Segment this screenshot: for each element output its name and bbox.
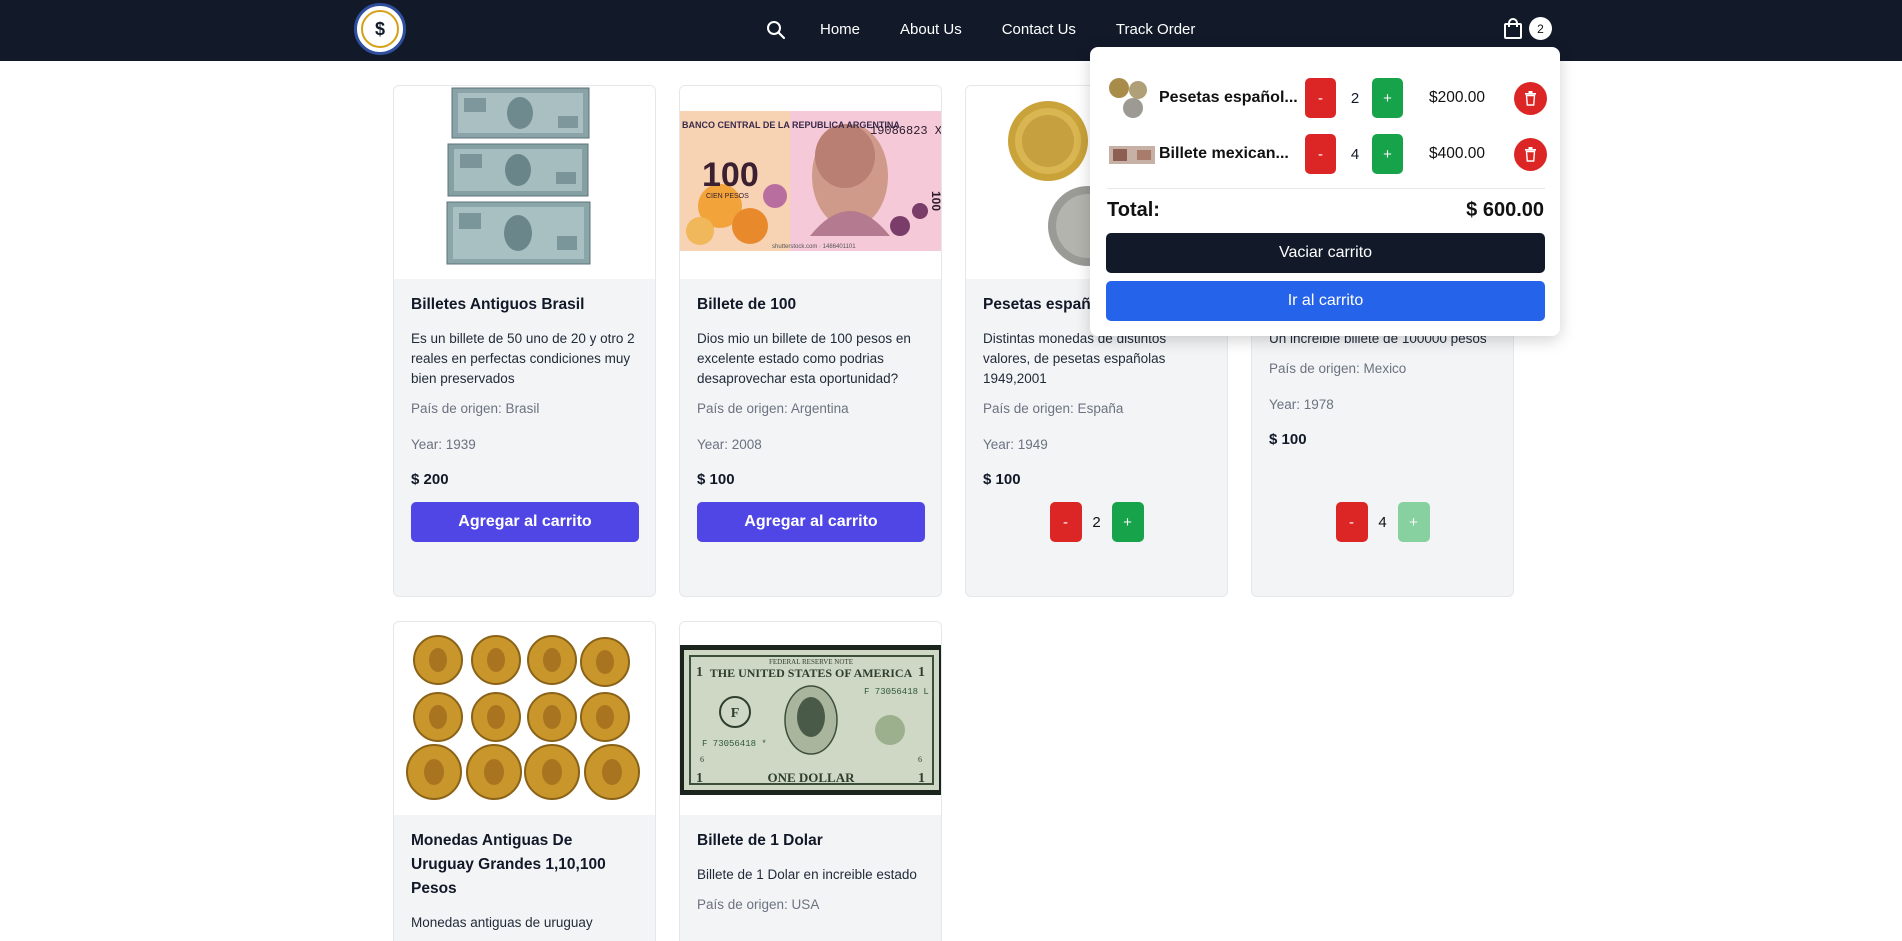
banknote-top-caption: FEDERAL RESERVE NOTE xyxy=(769,658,853,666)
banknote-subtitle: CIEN PESOS xyxy=(706,193,749,200)
shopping-bag-icon[interactable] xyxy=(1500,16,1526,42)
product-origin: País de origen: Argentina xyxy=(697,401,849,416)
product-card: BANCO CENTRAL DE LA REPUBLICA ARGENTINA … xyxy=(679,85,942,597)
product-title: Monedas Antiguas De Uruguay Grandes 1,10… xyxy=(411,832,606,897)
cart-increase-button[interactable]: + xyxy=(1372,134,1403,174)
banknote-corner-value-bl: 1 xyxy=(696,771,703,786)
banknote-plate-number-right: 6 xyxy=(918,755,922,764)
product-card: Monedas Antiguas De Uruguay Grandes 1,10… xyxy=(393,621,656,941)
banknote-serial-lower: F 73056418 * xyxy=(702,739,767,749)
trash-icon[interactable] xyxy=(1514,137,1547,171)
product-description: Distintas monedas de distintos valores, … xyxy=(983,331,1167,386)
banknote-bank-name: BANCO CENTRAL DE LA REPUBLICA ARGENTINA xyxy=(682,120,900,130)
add-to-cart-button[interactable]: Agregar al carrito xyxy=(411,502,639,542)
product-description: Es un billete de 50 uno de 20 y otro 2 r… xyxy=(411,331,635,386)
site-logo[interactable]: $ xyxy=(354,3,406,55)
quantity-value: 4 xyxy=(1378,513,1387,531)
nav-track-order-link[interactable]: Track Order xyxy=(1116,21,1195,38)
product-origin: País de origen: España xyxy=(983,401,1124,416)
quantity-value: 2 xyxy=(1092,513,1101,531)
banknote-side-value: 100 xyxy=(929,191,941,211)
cart-item-name: Billete mexican... xyxy=(1159,145,1289,162)
decrease-qty-button[interactable]: - xyxy=(1335,502,1368,542)
search-icon[interactable] xyxy=(762,16,790,44)
product-description: Dios mio un billete de 100 pesos en exce… xyxy=(697,331,911,386)
product-year: Year: 2008 xyxy=(697,437,762,452)
banknote-corner-value-br: 1 xyxy=(918,771,925,786)
increase-qty-button[interactable]: + xyxy=(1397,502,1430,542)
quantity-stepper: - 2 + xyxy=(983,502,1210,542)
cart-item-thumbnail xyxy=(1107,132,1157,176)
top-navbar: $ Home About Us Contact Us Track Order 2 xyxy=(0,0,1902,61)
product-origin: País de origen: Mexico xyxy=(1269,361,1407,376)
cart-decrease-button[interactable]: - xyxy=(1305,134,1336,174)
banknote-country: THE UNITED STATES OF AMERICA xyxy=(710,666,913,680)
nav-about-link[interactable]: About Us xyxy=(900,21,962,38)
go-to-cart-button[interactable]: Ir al carrito xyxy=(1106,281,1545,321)
trash-icon[interactable] xyxy=(1514,81,1547,115)
product-title: Billete de 100 xyxy=(697,296,797,313)
product-price: $ 100 xyxy=(983,471,1021,488)
product-image: FEDERAL RESERVE NOTE THE UNITED STATES O… xyxy=(680,622,941,815)
product-price: $ 200 xyxy=(411,471,449,488)
nav-home-link[interactable]: Home xyxy=(820,21,860,38)
product-origin: País de origen: USA xyxy=(697,897,820,912)
product-card: Billetes Antiguos Brasil Es un billete d… xyxy=(393,85,656,597)
banknote-serial: 19086823 X xyxy=(870,124,941,138)
product-year: Year: 1978 xyxy=(1269,397,1334,412)
product-description: Billete de 1 Dolar en increible estado xyxy=(697,867,917,882)
cart-count-badge: 2 xyxy=(1529,17,1552,40)
cart-item-thumbnail xyxy=(1107,76,1157,120)
cart-item-qty: 4 xyxy=(1350,145,1360,163)
product-image xyxy=(394,86,655,279)
banknote-seal-letter: F xyxy=(731,706,740,721)
cart-increase-button[interactable]: + xyxy=(1372,78,1403,118)
increase-qty-button[interactable]: + xyxy=(1111,502,1144,542)
dollar-logo-icon: $ xyxy=(361,10,399,48)
cart-item-name: Pesetas español... xyxy=(1159,89,1298,106)
image-credit: shutterstock.com · 1486401101 xyxy=(772,244,856,250)
cart-total-value: $ 600.00 xyxy=(1466,199,1544,221)
product-image: BANCO CENTRAL DE LA REPUBLICA ARGENTINA … xyxy=(680,86,941,279)
cart-item: Pesetas español... - 2 + $200.00 xyxy=(1107,76,1547,120)
cart-item-qty: 2 xyxy=(1350,89,1360,107)
product-year: Year: 1939 xyxy=(411,437,476,452)
cart-divider xyxy=(1107,188,1545,189)
banknote-value: 100 xyxy=(702,156,759,194)
banknote-serial: F 73056418 L xyxy=(864,687,929,697)
empty-cart-button[interactable]: Vaciar carrito xyxy=(1106,233,1545,273)
cart-item: Billete mexican... - 4 + $400.00 xyxy=(1107,132,1547,176)
banknote-plate-number-left: 6 xyxy=(700,755,704,764)
add-to-cart-button[interactable]: Agregar al carrito xyxy=(697,502,925,542)
banknote-corner-value-tl: 1 xyxy=(696,665,703,680)
product-origin: País de origen: Brasil xyxy=(411,401,540,416)
cart-total-label: Total: xyxy=(1107,199,1160,221)
nav-contact-link[interactable]: Contact Us xyxy=(1002,21,1076,38)
product-price: $ 100 xyxy=(1269,431,1307,448)
banknote-corner-value-tr: 1 xyxy=(918,665,925,680)
decrease-qty-button[interactable]: - xyxy=(1049,502,1082,542)
cart-item-price: $200.00 xyxy=(1429,89,1486,106)
quantity-stepper: - 4 + xyxy=(1269,502,1496,542)
cart-decrease-button[interactable]: - xyxy=(1305,78,1336,118)
product-title: Billete de 1 Dolar xyxy=(697,832,823,849)
product-description: Monedas antiguas de uruguay xyxy=(411,915,593,930)
product-price: $ 100 xyxy=(697,471,735,488)
cart-dropdown: Pesetas español... - 2 + $200.00 Billete… xyxy=(1090,47,1560,336)
product-image xyxy=(394,622,655,815)
product-year: Year: 1949 xyxy=(983,437,1048,452)
product-title: Billetes Antiguos Brasil xyxy=(411,296,585,313)
banknote-denomination: ONE DOLLAR xyxy=(767,770,855,785)
product-card: FEDERAL RESERVE NOTE THE UNITED STATES O… xyxy=(679,621,942,941)
cart-item-price: $400.00 xyxy=(1429,145,1486,162)
